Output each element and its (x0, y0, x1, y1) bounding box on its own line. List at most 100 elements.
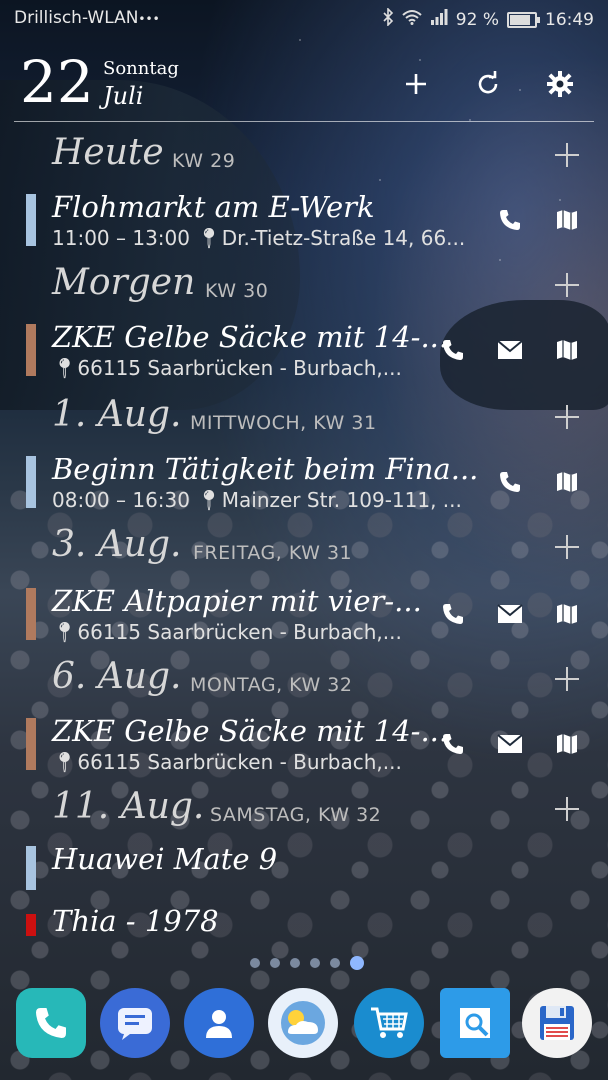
event-color-bar (26, 194, 36, 246)
refresh-icon (478, 71, 498, 94)
battery-icon (507, 11, 540, 28)
add-icon[interactable] (552, 140, 582, 170)
widget-header: 22 Sonntag Juli (0, 50, 608, 122)
refresh-button[interactable] (468, 64, 508, 104)
event-location: Mainzer Str. 109-111, ... (221, 488, 462, 512)
event-color-bar (26, 846, 36, 890)
phone-icon[interactable] (437, 598, 469, 630)
wifi-icon (402, 9, 422, 30)
section-aug-6[interactable]: 6. Aug. MONTAG, KW 32 (0, 652, 608, 712)
event-details: 08:00 – 16:30 📍︎Mainzer Str. 109-111, ..… (52, 488, 462, 512)
section-aug-11[interactable]: 11. Aug. SAMSTAG, KW 32 (0, 782, 608, 842)
event-details: 📍︎66115 Saarbrücken - Burbach,... (52, 356, 402, 380)
event-row[interactable]: Huawei Mate 9 (0, 842, 608, 892)
save-app-icon[interactable] (522, 988, 592, 1058)
event-row[interactable]: Flohmarkt am E-Werk 11:00 – 13:00 📍︎Dr.-… (0, 190, 608, 254)
gear-icon (547, 71, 573, 97)
event-color-bar (26, 456, 36, 508)
section-sub: KW 30 (205, 280, 269, 302)
phone-icon[interactable] (437, 334, 469, 366)
status-bar: Drillisch-WLAN••• 92 % 16:49 (0, 0, 608, 36)
section-aug-1[interactable]: 1. Aug. MITTWOCH, KW 31 (0, 390, 608, 450)
app-dock (0, 988, 608, 1068)
add-icon[interactable] (552, 794, 582, 824)
event-location: 66115 Saarbrücken - Burbach,... (77, 356, 402, 380)
event-row[interactable]: ZKE Altpapier mit vier-... 📍︎66115 Saarb… (0, 584, 608, 648)
event-time: 11:00 – 13:00 (52, 226, 190, 250)
add-icon[interactable] (552, 664, 582, 694)
status-right: 92 % 16:49 (382, 7, 594, 31)
event-row[interactable]: ZKE Gelbe Säcke mit 14-... 📍︎66115 Saarb… (0, 320, 608, 384)
section-sub: MITTWOCH, KW 31 (190, 412, 377, 434)
section-title: Morgen (52, 262, 196, 303)
event-location: 66115 Saarbrücken - Burbach,... (77, 750, 402, 774)
section-title: 3. Aug. (52, 524, 182, 565)
section-tomorrow[interactable]: Morgen KW 30 (0, 258, 608, 318)
shop-app-icon[interactable] (354, 988, 424, 1058)
map-icon[interactable] (551, 466, 583, 498)
date-month: Juli (103, 82, 144, 110)
page-dot-active[interactable] (350, 956, 364, 970)
event-color-bar (26, 718, 36, 770)
messages-app-icon[interactable] (100, 988, 170, 1058)
map-icon[interactable] (551, 334, 583, 366)
mail-icon[interactable] (494, 598, 526, 630)
status-left: Drillisch-WLAN••• (14, 8, 160, 28)
map-icon[interactable] (551, 598, 583, 630)
event-details: 📍︎66115 Saarbrücken - Burbach,... (52, 620, 402, 644)
add-event-button[interactable] (396, 64, 436, 104)
bluetooth-icon (382, 7, 394, 31)
signal-icon (430, 9, 448, 30)
phone-icon[interactable] (494, 204, 526, 236)
section-title: 6. Aug. (52, 656, 182, 697)
battery-percent: 92 % (455, 9, 499, 30)
event-row[interactable]: Beginn Tätigkeit beim Fina... 08:00 – 16… (0, 452, 608, 516)
section-sub: FREITAG, KW 31 (193, 542, 353, 564)
mail-icon[interactable] (494, 728, 526, 760)
event-details: 11:00 – 13:00 📍︎Dr.-Tietz-Straße 14, 66.… (52, 226, 465, 250)
section-today[interactable]: Heute KW 29 (0, 128, 608, 188)
gallery-app-icon[interactable] (440, 988, 510, 1058)
add-icon[interactable] (552, 402, 582, 432)
location-pin-icon: 📍︎ (196, 488, 222, 512)
date-weekday: Sonntag (103, 58, 179, 79)
event-time: 08:00 – 16:30 (52, 488, 190, 512)
add-icon[interactable] (552, 532, 582, 562)
settings-button[interactable] (540, 64, 580, 104)
event-row[interactable]: ZKE Gelbe Säcke mit 14-... 📍︎66115 Saarb… (0, 714, 608, 778)
section-sub: KW 29 (172, 150, 236, 172)
phone-app-icon[interactable] (16, 988, 86, 1058)
event-row[interactable]: Thia - 1978 (0, 904, 608, 948)
section-sub: SAMSTAG, KW 32 (210, 804, 382, 826)
page-dot[interactable] (290, 958, 300, 968)
event-title: Flohmarkt am E-Werk (52, 190, 375, 224)
event-title: ZKE Gelbe Säcke mit 14-... (52, 320, 449, 354)
event-color-bar (26, 914, 36, 936)
add-icon[interactable] (552, 270, 582, 300)
page-dot[interactable] (270, 958, 280, 968)
phone-icon[interactable] (437, 728, 469, 760)
contacts-app-icon[interactable] (184, 988, 254, 1058)
location-pin-icon: 📍︎ (52, 750, 78, 774)
phone-icon[interactable] (494, 466, 526, 498)
event-title: ZKE Altpapier mit vier-... (52, 584, 422, 618)
event-color-bar (26, 588, 36, 640)
location-pin-icon: 📍︎ (52, 356, 78, 380)
battery-fill (510, 14, 531, 25)
location-pin-icon: 📍︎ (196, 226, 222, 250)
page-dot[interactable] (330, 958, 340, 968)
section-aug-3[interactable]: 3. Aug. FREITAG, KW 31 (0, 520, 608, 580)
event-title: ZKE Gelbe Säcke mit 14-... (52, 714, 449, 748)
date-day[interactable]: 22 (20, 50, 94, 114)
mail-icon[interactable] (494, 334, 526, 366)
carrier-extra: ••• (138, 12, 160, 26)
page-dot[interactable] (250, 958, 260, 968)
plus-icon (406, 74, 426, 94)
section-sub: MONTAG, KW 32 (190, 674, 353, 696)
map-icon[interactable] (551, 204, 583, 236)
page-dot[interactable] (310, 958, 320, 968)
location-pin-icon: 📍︎ (52, 620, 78, 644)
weather-app-icon[interactable] (268, 988, 338, 1058)
map-icon[interactable] (551, 728, 583, 760)
event-color-bar (26, 324, 36, 376)
